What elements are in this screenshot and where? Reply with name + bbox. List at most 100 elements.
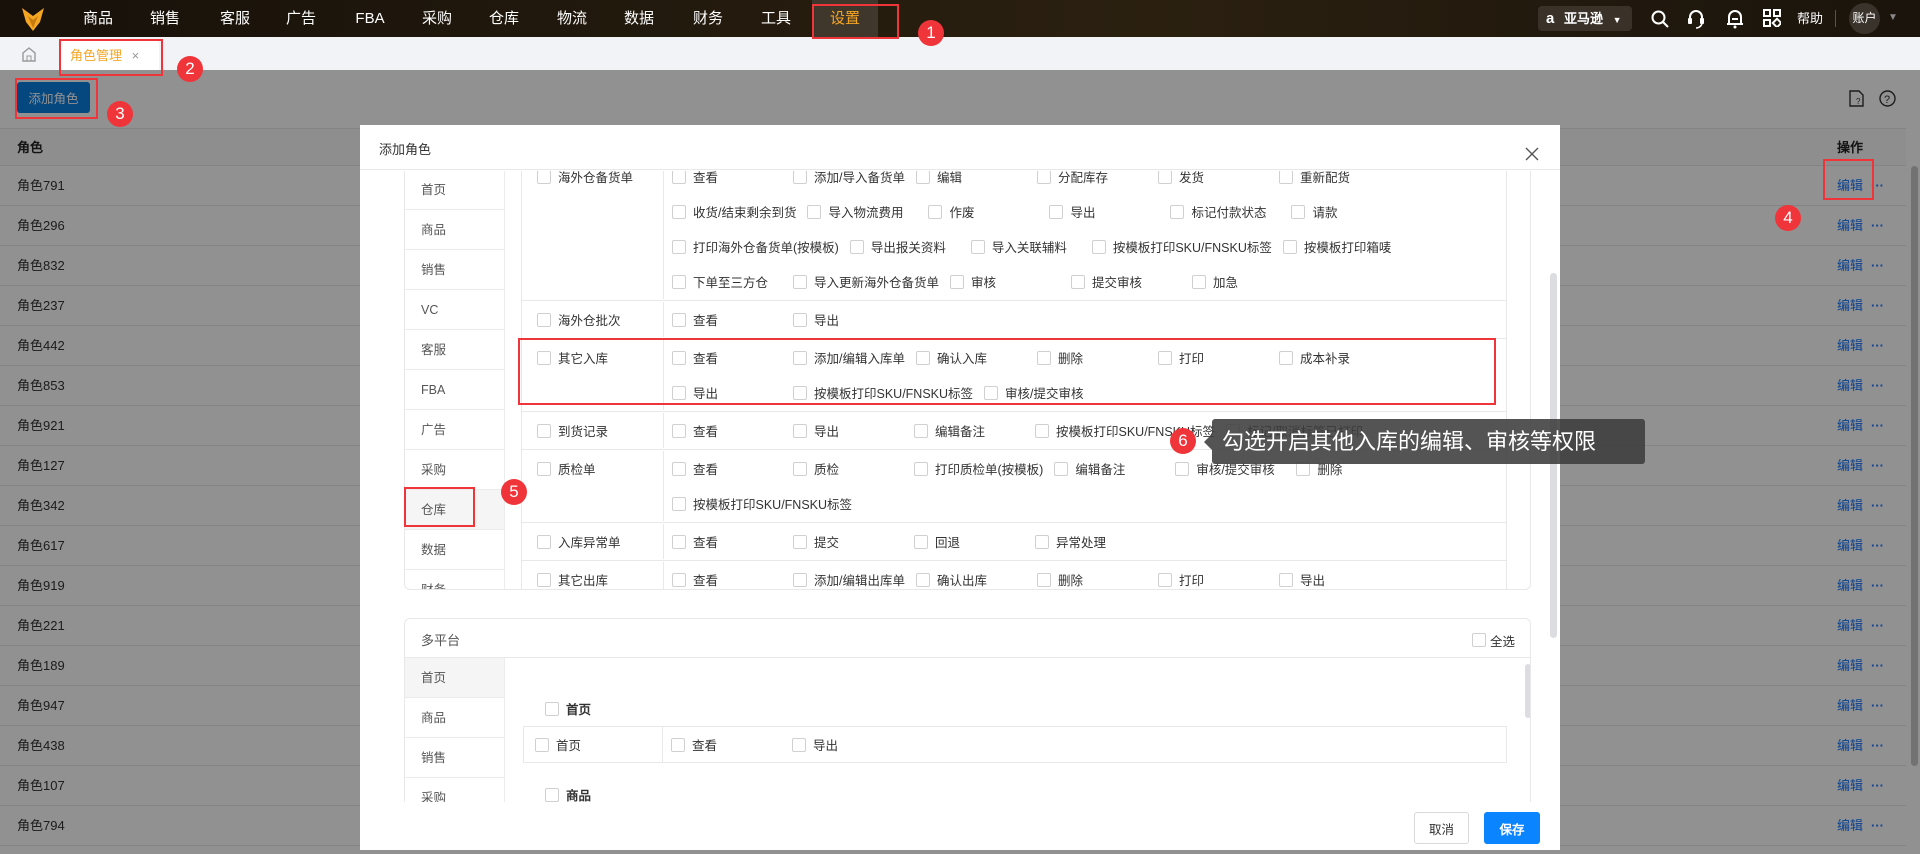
checkbox[interactable]: [915, 171, 930, 184]
permission-checkbox[interactable]: 收货/结束剩余到货: [672, 194, 807, 229]
module-nav-item[interactable]: 首页: [405, 658, 504, 698]
permission-checkbox[interactable]: 导出: [1049, 194, 1170, 229]
permission-checkbox[interactable]: 确认出库: [915, 562, 1037, 589]
platform-select[interactable]: a 亚马逊 ▼: [1538, 6, 1632, 31]
module-checkbox-home[interactable]: 首页: [535, 727, 592, 762]
permission-checkbox[interactable]: 按模板打印SKU/FNSKU标签: [1035, 413, 1226, 448]
nav-item-0[interactable]: 商品: [83, 0, 113, 37]
module-nav-item[interactable]: FBA: [405, 370, 504, 410]
checkbox[interactable]: [537, 423, 551, 438]
permission-checkbox[interactable]: 添加/导入备货单: [793, 171, 916, 194]
checkbox[interactable]: [672, 423, 686, 438]
permission-checkbox[interactable]: 查看: [672, 413, 793, 448]
checkbox[interactable]: [1282, 239, 1297, 254]
group-header-products[interactable]: 商品: [545, 785, 591, 802]
nav-item-2[interactable]: 客服: [220, 0, 250, 37]
cancel-button[interactable]: 取消: [1414, 812, 1469, 844]
home-icon[interactable]: [22, 47, 36, 62]
permission-checkbox[interactable]: 编辑备注: [1054, 451, 1175, 486]
checkbox[interactable]: [914, 461, 928, 476]
permission-checkbox[interactable]: 导出: [1278, 562, 1400, 589]
permission-checkbox[interactable]: 发货: [1157, 171, 1279, 194]
checkbox[interactable]: [1175, 461, 1190, 476]
permission-checkbox[interactable]: 查看: [672, 302, 793, 337]
checkbox[interactable]: [1278, 171, 1293, 184]
permission-checkbox[interactable]: 导出: [793, 413, 914, 448]
permission-checkbox[interactable]: 标记付款状态: [1170, 194, 1291, 229]
headset-icon[interactable]: [1686, 8, 1706, 30]
checkbox[interactable]: [928, 204, 943, 219]
save-button[interactable]: 保存: [1484, 812, 1540, 844]
checkbox[interactable]: [914, 534, 928, 549]
permission-checkbox[interactable]: 查看: [672, 451, 793, 486]
checkbox[interactable]: [1091, 239, 1106, 254]
checkbox[interactable]: [537, 572, 551, 587]
perm-view[interactable]: 查看: [671, 727, 792, 762]
nav-item-8[interactable]: 数据: [624, 0, 654, 37]
nav-item-4[interactable]: FBA: [355, 0, 384, 37]
permission-checkbox[interactable]: 打印: [1157, 562, 1279, 589]
permission-checkbox[interactable]: 下单至三方仓: [672, 264, 793, 299]
module-checkbox[interactable]: 海外仓备货单: [537, 171, 644, 194]
checkbox[interactable]: [1036, 572, 1051, 587]
permission-checkbox[interactable]: 重新配货: [1278, 171, 1400, 194]
checkbox[interactable]: [1192, 274, 1207, 289]
module-nav-item[interactable]: 广告: [405, 410, 504, 450]
checkbox[interactable]: [672, 239, 686, 254]
search-icon[interactable]: [1650, 9, 1670, 29]
checkbox[interactable]: [914, 423, 928, 438]
permission-checkbox[interactable]: 删除: [1036, 562, 1158, 589]
checkbox[interactable]: [1035, 423, 1049, 438]
permission-checkbox[interactable]: 查看: [672, 171, 793, 194]
permission-checkbox[interactable]: 加急: [1192, 264, 1313, 299]
permission-checkbox[interactable]: 按模板打印箱唛: [1282, 229, 1404, 264]
checkbox[interactable]: [807, 204, 822, 219]
checkbox[interactable]: [672, 496, 686, 511]
checkbox[interactable]: [672, 534, 686, 549]
permission-checkbox[interactable]: 质检: [793, 451, 914, 486]
checkbox[interactable]: [849, 239, 864, 254]
checkbox[interactable]: [793, 423, 807, 438]
checkbox[interactable]: [1054, 461, 1069, 476]
permission-checkbox[interactable]: 审核: [950, 264, 1071, 299]
account-avatar[interactable]: 账户: [1849, 3, 1880, 34]
nav-item-6[interactable]: 仓库: [489, 0, 519, 37]
checkbox[interactable]: [1035, 534, 1049, 549]
permission-checkbox[interactable]: 按模板打印SKU/FNSKU标签: [672, 486, 863, 521]
perm-export[interactable]: 导出: [792, 727, 913, 762]
module-nav-item[interactable]: 销售: [405, 250, 504, 290]
permission-checkbox[interactable]: 编辑备注: [914, 413, 1035, 448]
checkbox[interactable]: [793, 572, 807, 587]
checkbox[interactable]: [793, 461, 807, 476]
module-nav-item[interactable]: 首页: [405, 171, 504, 210]
checkbox[interactable]: [672, 461, 686, 476]
close-icon[interactable]: [1525, 147, 1539, 161]
checkbox[interactable]: [537, 312, 551, 327]
module-checkbox[interactable]: 质检单: [537, 451, 607, 486]
help-link[interactable]: 帮助: [1797, 0, 1823, 37]
select-all-checkbox[interactable]: [1472, 631, 1486, 649]
permission-checkbox[interactable]: 提交: [793, 524, 914, 559]
module-nav-item[interactable]: 财务: [405, 570, 504, 589]
checkbox[interactable]: [1291, 204, 1306, 219]
module-nav-item[interactable]: VC: [405, 290, 504, 330]
checkbox[interactable]: [672, 312, 686, 327]
group-header-home[interactable]: 首页: [545, 699, 591, 718]
nav-item-5[interactable]: 采购: [422, 0, 452, 37]
nav-item-7[interactable]: 物流: [557, 0, 587, 37]
permission-checkbox[interactable]: 导入更新海外仓备货单: [793, 264, 950, 299]
fox-logo-icon[interactable]: [20, 6, 46, 32]
module-nav-item[interactable]: 数据: [405, 530, 504, 570]
module-nav-item[interactable]: 采购: [405, 450, 504, 490]
checkbox[interactable]: [1278, 572, 1293, 587]
section-scrollbar[interactable]: [1525, 664, 1530, 718]
permission-checkbox[interactable]: 导出: [793, 302, 914, 337]
permission-checkbox[interactable]: 异常处理: [1035, 524, 1156, 559]
permission-checkbox[interactable]: 编辑: [915, 171, 1037, 194]
nav-item-1[interactable]: 销售: [150, 0, 180, 37]
checkbox[interactable]: [793, 274, 807, 289]
checkbox[interactable]: [1036, 171, 1051, 184]
checkbox[interactable]: [1157, 572, 1172, 587]
module-nav-item[interactable]: 采购: [405, 778, 504, 802]
account-caret-icon[interactable]: ▼: [1888, 12, 1898, 23]
